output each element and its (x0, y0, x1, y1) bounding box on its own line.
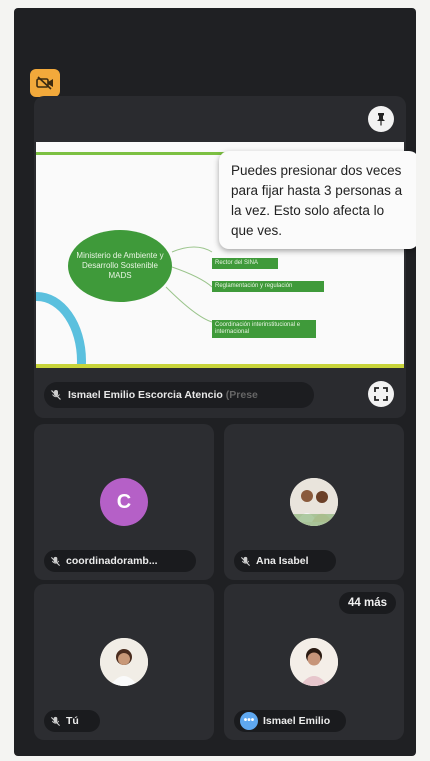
mic-off-icon (44, 550, 66, 572)
participant-tile-self[interactable]: Tú (34, 584, 214, 740)
participant-name: Ana Isabel (256, 555, 309, 567)
avatar (290, 638, 338, 686)
pinned-name-suffix: (Prese (225, 389, 258, 401)
participant-tile-coordinadora[interactable]: C coordinadoramb... (34, 424, 214, 580)
participant-name-label: coordinadoramb... (44, 550, 196, 572)
mic-off-icon (44, 710, 66, 732)
user-photo-icon (290, 478, 338, 526)
more-participants-badge[interactable]: 44 más (338, 592, 396, 614)
participant-name: Tú (66, 715, 79, 727)
slide-box-reglamentacion: Reglamentación y regulación (212, 281, 324, 292)
mic-off-icon (44, 382, 68, 408)
camera-off-button[interactable] (30, 69, 60, 97)
slide-bottom-line (36, 364, 404, 368)
participant-tile-ismael-emilio[interactable]: 44 más ••• Ismael Emilio (224, 584, 404, 740)
avatar (290, 478, 338, 526)
more-options-icon[interactable]: ••• (240, 712, 258, 730)
pinned-presentation-tile[interactable]: Ministerio de Ambiente y Desarrollo Sost… (34, 96, 416, 418)
fullscreen-icon (374, 387, 388, 401)
user-photo-icon (100, 638, 148, 686)
participant-name-label: Tú (44, 710, 100, 732)
pinned-participant-name: Ismael Emilio Escorcia Atencio (68, 389, 223, 401)
avatar (100, 638, 148, 686)
user-photo-icon (290, 638, 338, 686)
pin-icon (377, 113, 385, 126)
avatar-letter: C (116, 490, 132, 513)
participant-name-label: ••• Ismael Emilio (234, 710, 346, 732)
participant-name-label: Ana Isabel (234, 550, 336, 572)
camera-off-icon (36, 76, 53, 90)
pin-button[interactable] (368, 106, 394, 132)
slide-box-rector: Rector del SINA (212, 258, 278, 269)
slide-box-coordinacion: Coordinación interinstitucional e intern… (212, 320, 316, 338)
pinned-name-label: Ismael Emilio Escorcia Atencio (Prese (44, 382, 314, 408)
meeting-screen: Ministerio de Ambiente y Desarrollo Sost… (14, 8, 416, 756)
participant-name: Ismael Emilio (263, 715, 331, 727)
participant-name: coordinadoramb... (66, 555, 158, 567)
participant-tile-ana-isabel[interactable]: Ana Isabel (224, 424, 404, 580)
pin-tooltip: Puedes presionar dos veces para fijar ha… (219, 151, 416, 249)
fullscreen-button[interactable] (368, 381, 394, 407)
mic-off-icon (234, 550, 256, 572)
avatar: C (100, 478, 148, 526)
